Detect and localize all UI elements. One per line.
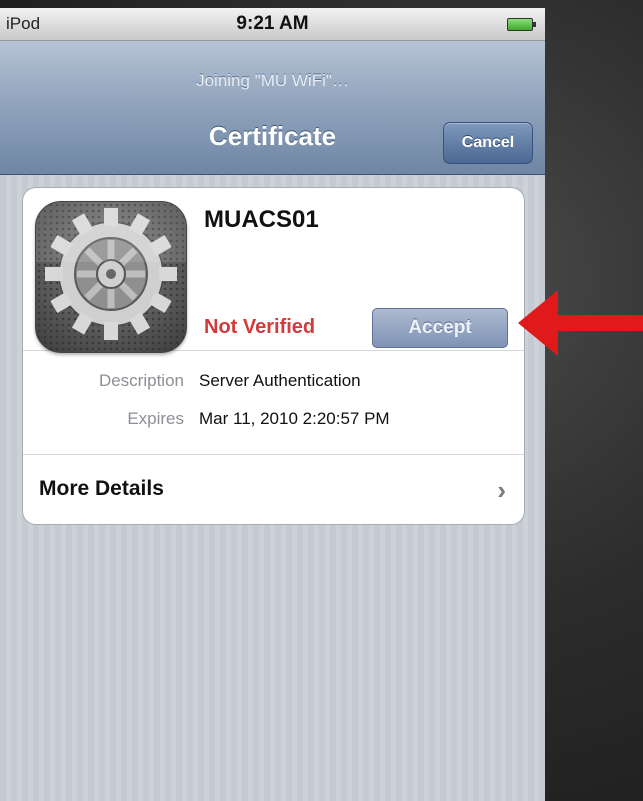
certificate-header: MUACS01 Not Verified Accept <box>23 188 524 353</box>
phone-screen: iPod 9:21 AM Joining "MU WiFi"… Certific… <box>0 8 545 801</box>
navigation-bar: Joining "MU WiFi"… Certificate Cancel <box>0 41 545 175</box>
accept-button[interactable]: Accept <box>372 308 508 348</box>
detail-value: Server Authentication <box>199 371 361 390</box>
content-area: MUACS01 Not Verified Accept Description … <box>0 175 545 801</box>
detail-label: Description <box>98 371 184 390</box>
certificate-name: MUACS01 <box>204 206 319 233</box>
cancel-button[interactable]: Cancel <box>443 122 533 164</box>
more-details-row[interactable]: More Details › <box>23 455 524 524</box>
certificate-details: Description Server Authentication Expire… <box>23 351 524 455</box>
verification-status: Not Verified <box>204 316 316 338</box>
status-bar: iPod 9:21 AM <box>0 8 545 41</box>
settings-gear-icon <box>35 201 187 353</box>
detail-row-expires: Expires Mar 11, 2010 2:20:57 PM <box>23 409 524 437</box>
chevron-right-icon: › <box>497 475 506 505</box>
joining-network-prompt: Joining "MU WiFi"… <box>196 71 349 90</box>
clock: 9:21 AM <box>236 13 309 34</box>
detail-row-description: Description Server Authentication <box>23 371 524 399</box>
certificate-card: MUACS01 Not Verified Accept Description … <box>22 187 525 525</box>
more-details-label: More Details <box>39 477 164 500</box>
battery-icon <box>507 18 536 31</box>
red-arrow-icon <box>518 290 643 356</box>
detail-label: Expires <box>127 409 184 428</box>
detail-value: Mar 11, 2010 2:20:57 PM <box>199 409 390 428</box>
